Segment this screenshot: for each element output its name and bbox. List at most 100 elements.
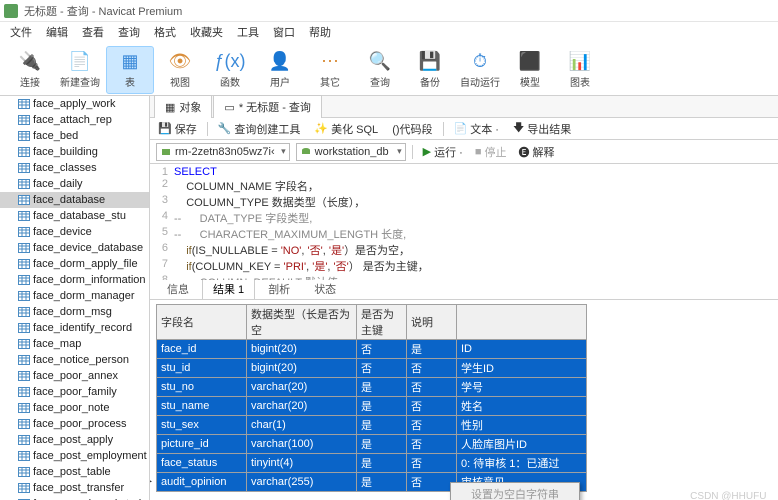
grid-row[interactable]: stu_namevarchar(20)是否姓名 [157, 397, 587, 416]
grid-cell[interactable]: 学号 [457, 378, 587, 397]
grid-cell[interactable]: face_status [157, 454, 247, 473]
grid-row[interactable]: face_idbigint(20)否是ID [157, 340, 587, 359]
table-row[interactable]: face_notice_person [0, 352, 149, 368]
grid-cell[interactable]: 是 [357, 397, 407, 416]
grid-cell[interactable]: 是 [357, 435, 407, 454]
table-row[interactable]: face_post_employment [0, 448, 149, 464]
grid-header[interactable] [457, 305, 587, 340]
menu-set-empty[interactable]: 设置为空白字符串 [451, 483, 579, 500]
menu-item[interactable]: 编辑 [40, 22, 74, 42]
toolbar-其它[interactable]: ⋯其它 [306, 46, 354, 94]
grid-cell[interactable]: 否 [407, 397, 457, 416]
grid-row[interactable]: stu_novarchar(20)是否学号 [157, 378, 587, 397]
grid-cell[interactable]: 0: 待审核 1：已通过 [457, 454, 587, 473]
table-row[interactable]: face_post_table [0, 464, 149, 480]
grid-cell[interactable]: 否 [407, 359, 457, 378]
grid-cell[interactable]: tinyint(4) [247, 454, 357, 473]
grid-cell[interactable]: 性别 [457, 416, 587, 435]
grid-cell[interactable]: 人脸库图片ID [457, 435, 587, 454]
grid-header[interactable]: 数据类型（长是否为空 [247, 305, 357, 340]
stop-button[interactable]: ■ 停止 [471, 142, 511, 162]
grid-cell[interactable]: stu_name [157, 397, 247, 416]
table-row[interactable]: face_database_stu [0, 208, 149, 224]
grid-header[interactable]: 说明 [407, 305, 457, 340]
toolbar-表[interactable]: ▦表 [106, 46, 154, 94]
table-row[interactable]: face_post_transfer [0, 480, 149, 496]
toolbar-自动运行[interactable]: ⏱自动运行 [456, 46, 504, 94]
table-row[interactable]: face_poor_family [0, 384, 149, 400]
menu-item[interactable]: 查询 [112, 22, 146, 42]
grid-cell[interactable]: varchar(255) [247, 473, 357, 492]
server-select[interactable]: rm-2zetn83n05wz7i‹ [156, 143, 290, 161]
grid-cell[interactable]: 是 [357, 416, 407, 435]
run-button[interactable]: ▶ 运行 · [419, 142, 467, 162]
table-row[interactable]: face_daily [0, 176, 149, 192]
grid-cell[interactable]: 学生ID [457, 359, 587, 378]
grid-cell[interactable]: 是 [357, 378, 407, 397]
toolbar-新建查询[interactable]: 📄新建查询 [56, 46, 104, 94]
grid-cell[interactable]: 否 [407, 454, 457, 473]
table-row[interactable]: face_dorm_apply_file [0, 256, 149, 272]
table-row[interactable]: face_post_apply [0, 432, 149, 448]
grid-row[interactable]: face_statustinyint(4)是否0: 待审核 1：已通过 [157, 454, 587, 473]
sub-tab-profile[interactable]: 剖析 [257, 278, 301, 299]
table-row[interactable]: face_device_database [0, 240, 149, 256]
tab-query[interactable]: ▭ * 无标题 - 查询 [213, 95, 322, 118]
grid-cell[interactable]: ID [457, 340, 587, 359]
table-row[interactable]: face_bed [0, 128, 149, 144]
grid-row[interactable]: stu_idbigint(20)否否学生ID [157, 359, 587, 378]
toolbar-备份[interactable]: 💾备份 [406, 46, 454, 94]
grid-cell[interactable]: char(1) [247, 416, 357, 435]
table-row[interactable]: face_map [0, 336, 149, 352]
menu-item[interactable]: 工具 [231, 22, 265, 42]
toolbar-视图[interactable]: 👁视图 [156, 46, 204, 94]
grid-header[interactable]: 字段名 [157, 305, 247, 340]
grid-cell[interactable]: 是 [357, 473, 407, 492]
tab-object[interactable]: ▦ 对象 [154, 95, 212, 118]
export-button[interactable]: 🡇 导出结果 [509, 117, 575, 140]
sql-editor[interactable]: 1SELECT2 COLUMN_NAME 字段名，3 COLUMN_TYPE 数… [150, 164, 778, 280]
grid-header[interactable]: 是否为主键 [357, 305, 407, 340]
save-button[interactable]: 💾 保存 [154, 119, 201, 139]
menu-item[interactable]: 窗口 [267, 22, 301, 42]
sub-tab-status[interactable]: 状态 [303, 278, 347, 299]
sidebar-tables[interactable]: face_apply_workface_attach_repface_bedfa… [0, 96, 150, 500]
grid-row[interactable]: picture_idvarchar(100)是否人脸库图片ID [157, 435, 587, 454]
table-row[interactable]: face_building [0, 144, 149, 160]
table-row[interactable]: face_record_workstudy [0, 496, 149, 500]
toolbar-连接[interactable]: 🔌连接 [6, 46, 54, 94]
table-row[interactable]: face_dorm_msg [0, 304, 149, 320]
sub-tab-result[interactable]: 结果 1 [202, 278, 255, 299]
menu-item[interactable]: 格式 [148, 22, 182, 42]
snippet-button[interactable]: ()代码段 [388, 119, 436, 139]
toolbar-用户[interactable]: 👤用户 [256, 46, 304, 94]
table-row[interactable]: face_device [0, 224, 149, 240]
table-row[interactable]: face_classes [0, 160, 149, 176]
grid-cell[interactable]: stu_no [157, 378, 247, 397]
grid-cell[interactable]: varchar(20) [247, 378, 357, 397]
grid-cell[interactable]: bigint(20) [247, 359, 357, 378]
text-button[interactable]: 📄 文本 · [450, 119, 503, 139]
grid-cell[interactable]: 否 [357, 340, 407, 359]
toolbar-查询[interactable]: 🔍查询 [356, 46, 404, 94]
grid-cell[interactable]: stu_sex [157, 416, 247, 435]
table-row[interactable]: face_dorm_manager [0, 288, 149, 304]
grid-cell[interactable]: 姓名 [457, 397, 587, 416]
grid-cell[interactable]: varchar(100) [247, 435, 357, 454]
result-grid[interactable]: 字段名数据类型（长是否为空是否为主键说明face_idbigint(20)否是I… [156, 304, 587, 492]
grid-cell[interactable]: audit_opinion▸ [157, 473, 247, 492]
grid-cell[interactable]: 是 [407, 340, 457, 359]
grid-cell[interactable]: varchar(20) [247, 397, 357, 416]
grid-cell[interactable]: bigint(20) [247, 340, 357, 359]
table-row[interactable]: face_identify_record [0, 320, 149, 336]
menu-item[interactable]: 文件 [4, 22, 38, 42]
table-row[interactable]: face_database [0, 192, 149, 208]
explain-button[interactable]: 🅔 解释 [515, 142, 559, 162]
table-row[interactable]: face_apply_work [0, 96, 149, 112]
table-row[interactable]: face_poor_annex [0, 368, 149, 384]
grid-cell[interactable]: face_id [157, 340, 247, 359]
menu-item[interactable]: 收藏夹 [184, 22, 229, 42]
table-row[interactable]: face_poor_note [0, 400, 149, 416]
grid-cell[interactable]: 否 [407, 473, 457, 492]
beautify-button[interactable]: ✨ 美化 SQL [310, 119, 382, 139]
